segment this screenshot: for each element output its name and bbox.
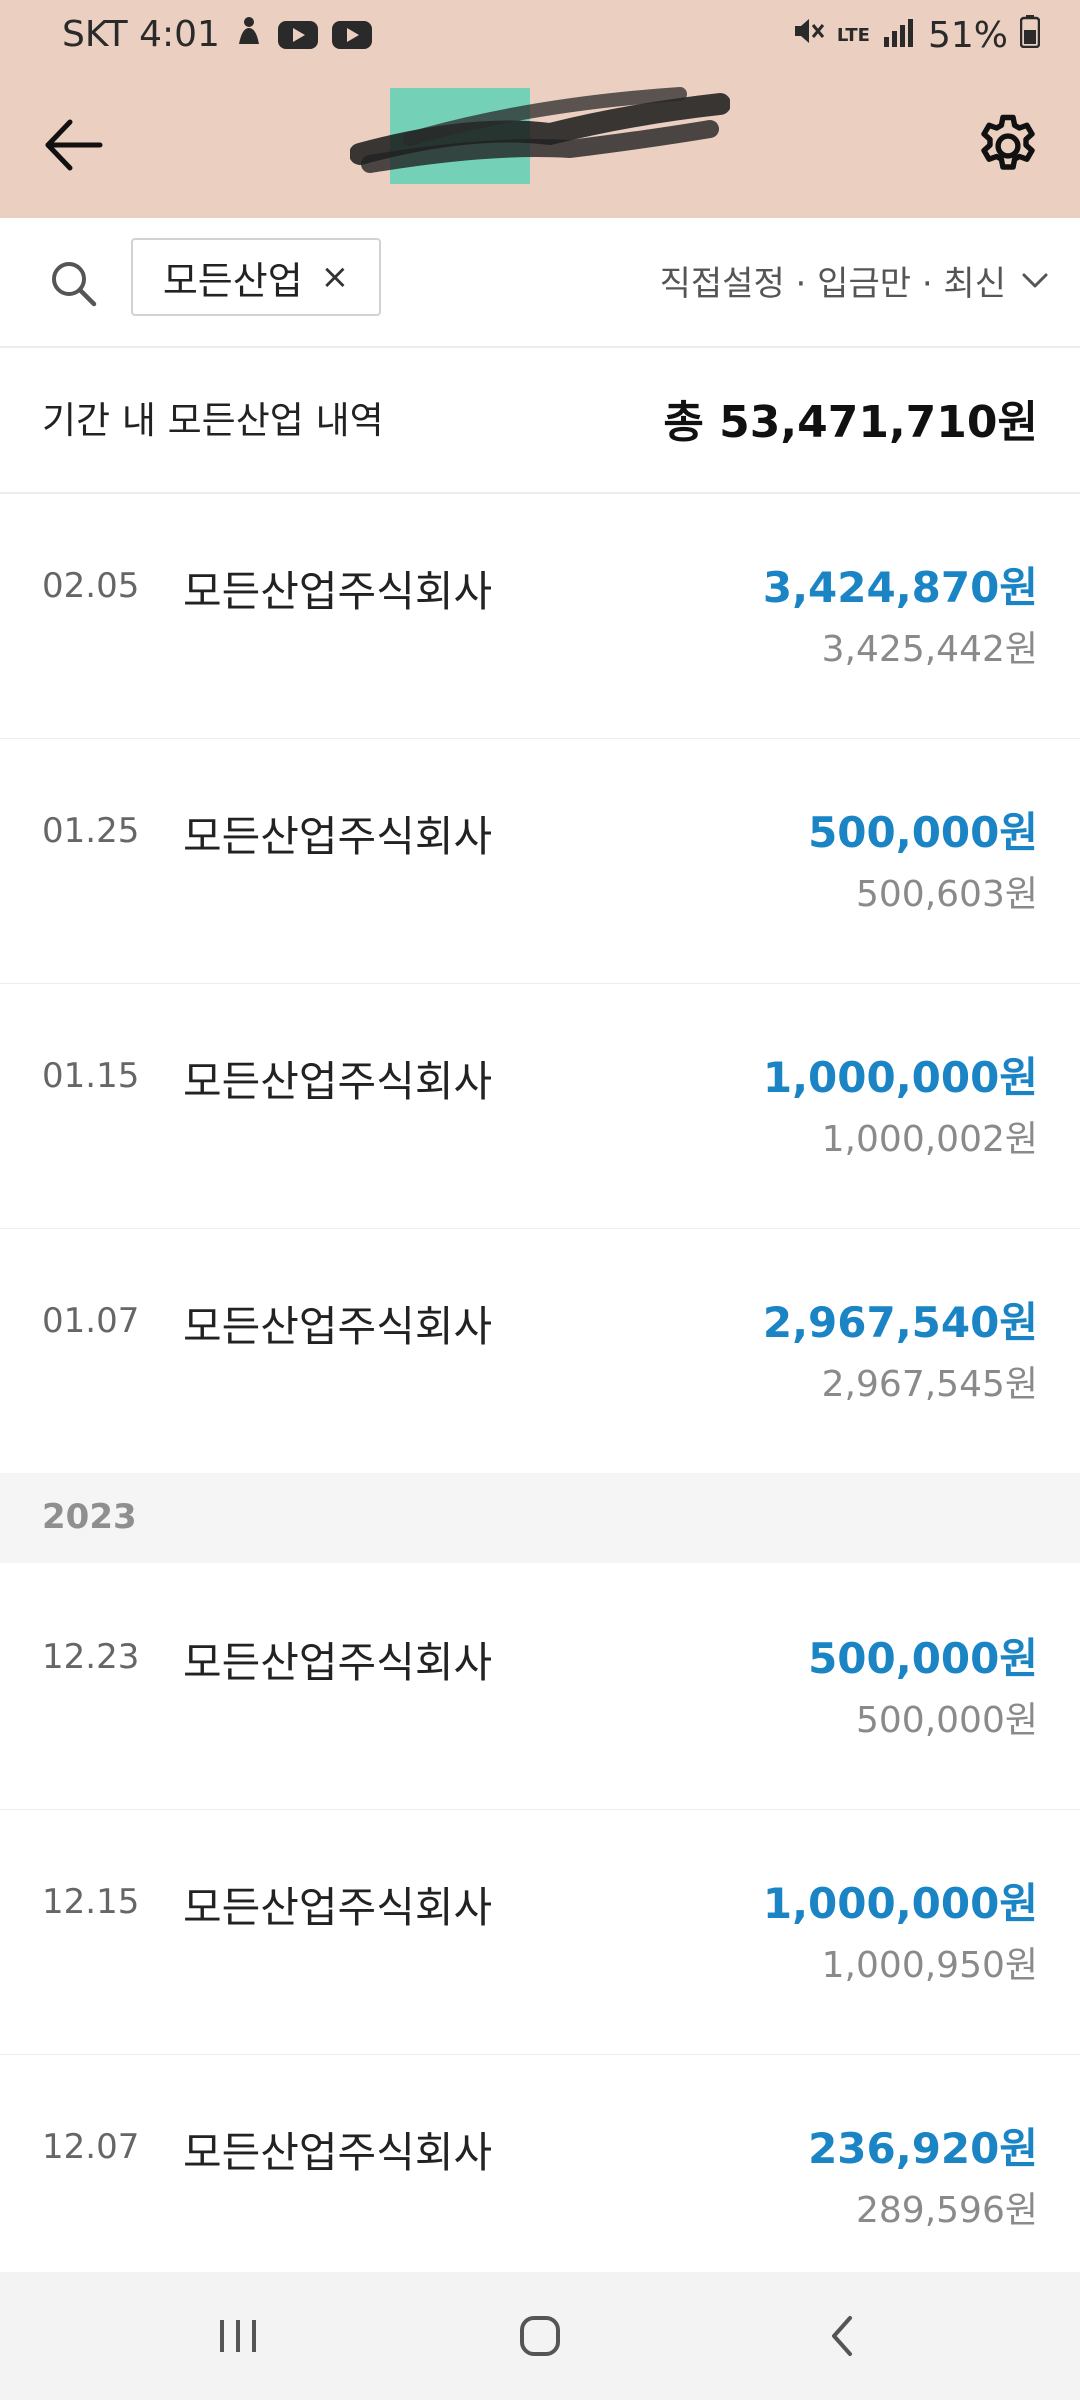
settings-button[interactable] — [972, 110, 1044, 182]
transaction-balance: 500,000원 — [856, 1700, 1038, 1741]
transaction-row[interactable]: 12.23 모든산업주식회사 500,000원 500,000원 — [0, 1565, 1080, 1811]
summary-total: 총 53,471,710원 — [663, 397, 1038, 448]
status-left: SKT 4:01 — [62, 14, 372, 55]
transaction-name: 모든산업주식회사 — [183, 1638, 493, 1687]
transaction-row[interactable]: 01.07 모든산업주식회사 2,967,540원 2,967,545원 — [0, 1229, 1080, 1473]
transaction-name: 모든산업주식회사 — [183, 1057, 493, 1106]
battery-icon — [1019, 14, 1041, 57]
transaction-name: 모든산업주식회사 — [183, 1302, 493, 1351]
filter-bar: 모든산업 × 직접설정 · 입금만 · 최신 — [0, 218, 1080, 348]
filter-chip[interactable]: 모든산업 × — [131, 238, 381, 316]
summary-label: 기간 내 모든산업 내역 — [42, 399, 384, 442]
transaction-row[interactable]: 02.05 모든산업주식회사 3,424,870원 3,425,442원 — [0, 494, 1080, 740]
carrier-time: SKT 4:01 — [62, 14, 220, 55]
transaction-balance: 2,967,545원 — [821, 1364, 1038, 1405]
transaction-row[interactable]: 01.15 모든산업주식회사 1,000,000원 1,000,002원 — [0, 984, 1080, 1230]
transaction-row[interactable]: 12.07 모든산업주식회사 236,920원 289,596원 — [0, 2055, 1080, 2299]
redaction-scribble — [350, 87, 730, 184]
period-summary: 기간 내 모든산업 내역 총 53,471,710원 — [0, 346, 1080, 494]
transaction-balance: 500,603원 — [856, 874, 1038, 915]
transaction-amount: 1,000,000원 — [762, 1879, 1038, 1928]
filter-options-label: 직접설정 · 입금만 · 최신 — [659, 264, 1006, 304]
filter-chip-label: 모든산업 — [162, 258, 303, 303]
search-button[interactable] — [44, 254, 104, 314]
transaction-name: 모든산업주식회사 — [183, 1883, 493, 1932]
chip-close-icon[interactable]: × — [321, 257, 350, 297]
signal-icon — [882, 15, 916, 56]
transaction-date: 01.15 — [42, 1056, 140, 1096]
system-nav-bar — [0, 2272, 1080, 2400]
app-header: SKT 4:01 LTE 51% — [0, 0, 1080, 218]
chevron-left-icon — [832, 2316, 852, 2356]
home-button[interactable] — [500, 2306, 580, 2366]
chevron-down-icon — [1022, 273, 1048, 287]
back-button[interactable] — [40, 110, 110, 180]
gear-icon — [981, 114, 1035, 170]
year-separator: 2023 — [0, 1473, 1080, 1563]
account-title — [350, 84, 730, 184]
transaction-balance: 289,596원 — [856, 2190, 1038, 2231]
transaction-row[interactable]: 12.15 모든산업주식회사 1,000,000원 1,000,950원 — [0, 1810, 1080, 2056]
transaction-date: 12.15 — [42, 1882, 140, 1922]
search-icon — [52, 262, 97, 307]
transaction-amount: 500,000원 — [808, 808, 1038, 857]
transaction-date: 01.25 — [42, 811, 140, 851]
transaction-amount: 1,000,000원 — [762, 1053, 1038, 1102]
transaction-balance: 1,000,002원 — [821, 1119, 1038, 1160]
system-back-button[interactable] — [802, 2306, 882, 2366]
filter-options-dropdown[interactable]: 직접설정 · 입금만 · 최신 — [660, 256, 1050, 305]
recent-apps-button[interactable] — [198, 2306, 278, 2366]
transaction-name: 모든산업주식회사 — [183, 2128, 493, 2177]
status-bar: SKT 4:01 LTE 51% — [0, 0, 1080, 76]
arrow-left-icon — [45, 119, 103, 171]
notification-icon — [234, 14, 264, 55]
year-label: 2023 — [42, 1497, 137, 1537]
youtube-icon — [277, 20, 318, 49]
lte-icon: LTE — [836, 24, 870, 46]
transaction-amount: 3,424,870원 — [762, 563, 1038, 612]
transaction-name: 모든산업주식회사 — [183, 567, 493, 616]
transaction-balance: 1,000,950원 — [821, 1945, 1038, 1986]
transaction-date: 01.07 — [42, 1301, 140, 1341]
transaction-row[interactable]: 01.25 모든산업주식회사 500,000원 500,603원 — [0, 739, 1080, 985]
transaction-date: 12.07 — [42, 2127, 140, 2167]
status-right: LTE 51% — [791, 14, 1041, 57]
recent-apps-icon — [220, 2320, 256, 2352]
home-icon — [520, 2316, 560, 2356]
transaction-balance: 3,425,442원 — [821, 629, 1038, 670]
battery-percent: 51% — [927, 15, 1008, 56]
transaction-amount: 236,920원 — [808, 2124, 1038, 2173]
transaction-amount: 500,000원 — [808, 1634, 1038, 1683]
transaction-date: 12.23 — [42, 1637, 140, 1677]
transaction-name: 모든산업주식회사 — [183, 812, 493, 861]
mute-icon — [791, 14, 825, 57]
transaction-date: 02.05 — [42, 566, 140, 606]
youtube-icon — [331, 20, 372, 49]
transaction-amount: 2,967,540원 — [762, 1298, 1038, 1347]
